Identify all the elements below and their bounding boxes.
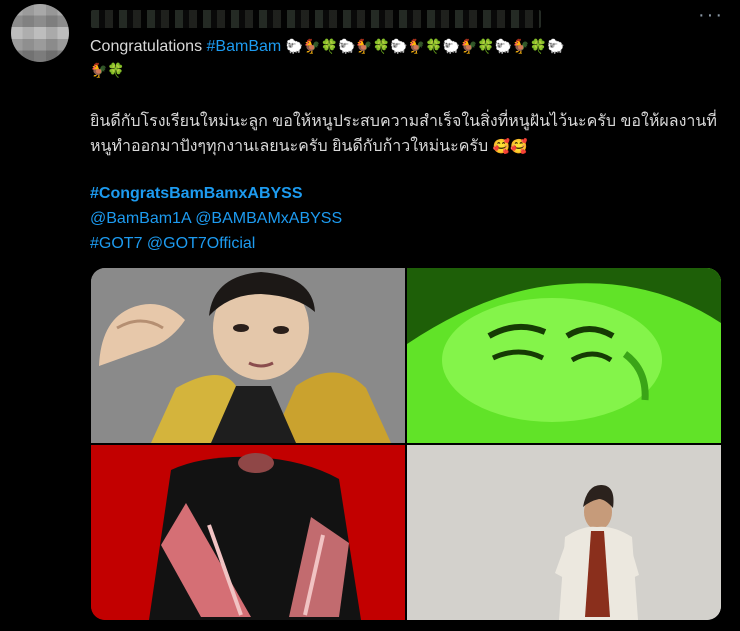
- thai-message: ยินดีกับโรงเรียนใหม่นะลูก ขอให้หนูประสบค…: [90, 113, 717, 155]
- hashtag-congrats[interactable]: #CongratsBamBamxABYSS: [90, 185, 303, 202]
- photo-red-outfit-art: [91, 445, 405, 620]
- tweet-links: #CongratsBamBamxABYSS @BamBam1A @BAMBAMx…: [90, 181, 342, 256]
- tweet-text-line-2: 🐓🍀: [90, 62, 125, 80]
- avatar[interactable]: [11, 4, 69, 62]
- photo-green-closeup-art: [407, 268, 721, 443]
- photo-white-suit-art: [407, 445, 721, 620]
- photo-white-suit[interactable]: [407, 445, 721, 620]
- tweet-header: ···: [85, 4, 730, 30]
- photo-yellow-suit-art: [91, 268, 405, 443]
- mention-got7official[interactable]: @GOT7Official: [147, 235, 255, 252]
- hashtag-bambam[interactable]: #BamBam: [207, 38, 282, 55]
- tweet-thai-text: ยินดีกับโรงเรียนใหม่นะลูก ขอให้หนูประสบค…: [90, 109, 730, 159]
- photo-yellow-suit[interactable]: [91, 268, 405, 443]
- emoji-sequence-2: 🐓🍀: [90, 62, 125, 78]
- tweet-text-prefix: Congratulations: [90, 38, 207, 55]
- tweet-text-line-1: Congratulations #BamBam 🐑🐓🍀🐑🐓🍀🐑🐓🍀🐑🐓🍀🐑🐓🍀🐑: [90, 38, 565, 56]
- more-options-icon[interactable]: ···: [698, 5, 724, 25]
- blurred-user-name: [91, 10, 541, 28]
- photo-green-closeup[interactable]: [407, 268, 721, 443]
- mention-bambamxabyss[interactable]: @BAMBAMxABYSS: [195, 210, 342, 227]
- mention-bambam1a[interactable]: @BamBam1A: [90, 210, 191, 227]
- photo-red-outfit[interactable]: [91, 445, 405, 620]
- media-grid: [91, 268, 721, 620]
- hashtag-got7[interactable]: #GOT7: [90, 235, 142, 252]
- smiling-hearts-emoji: 🥰🥰: [492, 138, 528, 154]
- emoji-sequence: 🐑🐓🍀🐑🐓🍀🐑🐓🍀🐑🐓🍀🐑🐓🍀🐑: [285, 38, 565, 54]
